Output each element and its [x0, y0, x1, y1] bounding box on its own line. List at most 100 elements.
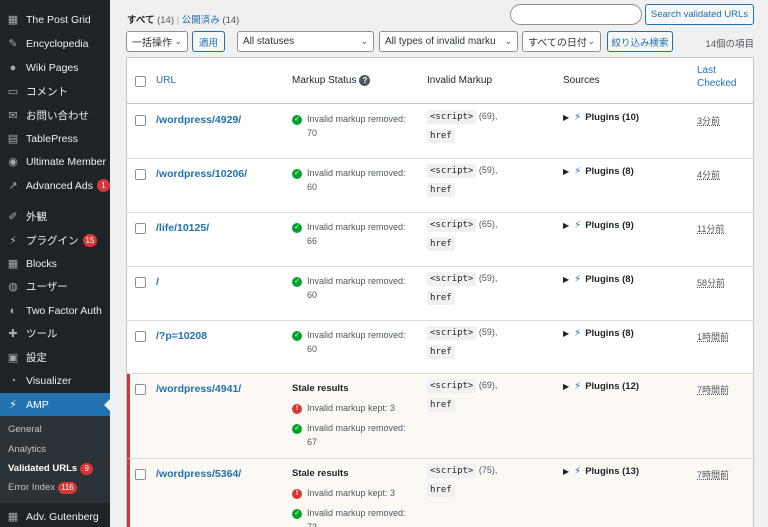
- stale-results-label: Stale results: [292, 383, 349, 394]
- sidebar-item-user[interactable]: ◉ Ultimate Member: [0, 150, 110, 173]
- sources-toggle[interactable]: ▶ ⚡ Plugins (9): [563, 220, 634, 231]
- status-filter-links: すべて (14) | 公開済み (14): [127, 15, 240, 26]
- sources-toggle[interactable]: ▶ ⚡ Plugins (10): [563, 112, 639, 123]
- row-checkbox[interactable]: [135, 169, 146, 180]
- url-link[interactable]: /wordpress/5364/: [156, 468, 241, 480]
- sidebar-item-wrench[interactable]: ✚ ツール: [0, 322, 110, 345]
- plugins-count: Plugins (9): [585, 220, 634, 231]
- sidebar-item-table[interactable]: ▤ TablePress: [0, 127, 110, 150]
- row-checkbox[interactable]: [135, 469, 146, 480]
- expand-triangle-icon: ▶: [563, 382, 570, 391]
- submenu-item[interactable]: General: [8, 424, 42, 435]
- table-icon: ▤: [7, 133, 19, 145]
- sources-toggle[interactable]: ▶ ⚡ Plugins (12): [563, 381, 639, 392]
- app-window: General Analytics Validated URLs 9 Error Ind…: [0, 0, 768, 527]
- sidebar-item-mail[interactable]: ✉ お問い合わせ: [0, 104, 110, 127]
- sidebar-item-chart[interactable]: ↗ Advanced Ads 1: [0, 174, 110, 197]
- table-header: URL Markup Status? Invalid Markup Source…: [127, 58, 753, 104]
- count-badge: 116: [58, 482, 77, 494]
- submenu-item[interactable]: Validated URLs 9: [8, 463, 94, 475]
- url-link[interactable]: /?p=10208: [156, 330, 207, 342]
- help-icon[interactable]: ?: [359, 75, 371, 86]
- sidebar-item-label: TablePress: [26, 132, 78, 145]
- status-select[interactable]: All statuses ⌄: [237, 31, 374, 52]
- select-all-checkbox[interactable]: [135, 76, 146, 87]
- apply-button[interactable]: 適用: [192, 31, 225, 52]
- column-markup-status: Markup Status?: [292, 75, 371, 86]
- submenu-item[interactable]: Analytics: [8, 444, 46, 455]
- date-select[interactable]: すべての日付 ⌄: [522, 31, 601, 52]
- filter-all-link[interactable]: すべて (14): [127, 15, 174, 26]
- url-link[interactable]: /wordpress/4929/: [156, 114, 241, 126]
- table-row: /wordpress/4929/ ✓ Invalid markup removed:…: [127, 105, 753, 159]
- sidebar-item-visualizer[interactable]: ◔ Visualizer: [0, 369, 110, 392]
- filter-button[interactable]: 絞り込み検索: [607, 31, 673, 52]
- column-url[interactable]: URL: [156, 75, 176, 86]
- url-link[interactable]: /life/10125/: [156, 222, 209, 234]
- wrench-icon: ✚: [8, 328, 18, 340]
- sidebar-item-plugin[interactable]: ⚡ プラグイン 15: [0, 229, 110, 252]
- table-row: /?p=10208 ✓ Invalid markup removed: 60 <scr…: [127, 321, 753, 374]
- main-content: すべて (14) | 公開済み (14) Search validated UR…: [110, 0, 768, 527]
- sources-toggle[interactable]: ▶ ⚡ Plugins (8): [563, 166, 634, 177]
- sidebar-item-shield[interactable]: ◐ Two Factor Auth: [0, 299, 110, 322]
- markup-type-select[interactable]: All types of invalid markup ⌄: [379, 31, 518, 52]
- validated-urls-table: URL Markup Status? Invalid Markup Source…: [126, 57, 754, 527]
- plugin-icon: ⚡: [574, 274, 582, 285]
- table-row: /life/10125/ ✓ Invalid markup removed: 66 <…: [127, 213, 753, 267]
- sidebar-item-grid[interactable]: ▦ The Post Grid: [0, 8, 110, 31]
- last-checked-time: 7時間前: [697, 470, 730, 480]
- sources-toggle[interactable]: ▶ ⚡ Plugins (8): [563, 274, 634, 285]
- plugin-icon: ⚡: [9, 235, 17, 247]
- search-validated-urls-button[interactable]: Search validated URLs: [645, 4, 754, 25]
- check-icon: ✓: [292, 331, 302, 341]
- sidebar-item-adv-gutenberg[interactable]: ▦ Adv. Gutenberg: [0, 505, 110, 527]
- book-icon: ✎: [8, 38, 18, 50]
- row-checkbox[interactable]: [135, 223, 146, 234]
- invalid-markup-href: href: [427, 183, 455, 197]
- sidebar-item-label: プラグイン: [26, 235, 79, 247]
- filter-published-link[interactable]: 公開済み (14): [182, 15, 240, 26]
- users-icon: ◍: [8, 281, 18, 293]
- row-checkbox[interactable]: [135, 115, 146, 126]
- plugin-icon: ⚡: [574, 381, 582, 392]
- sidebar-item-comment[interactable]: ▭ コメント: [0, 80, 110, 103]
- sidebar-item-label: Ultimate Member: [26, 155, 106, 168]
- submenu-item[interactable]: Error Index 116: [8, 482, 77, 494]
- visualizer-icon: ◔: [9, 374, 17, 387]
- bulb-icon: ●: [9, 61, 17, 74]
- sidebar-item-amp[interactable]: ⚡ AMP: [0, 393, 110, 416]
- sidebar-item-blocks[interactable]: ▦ Blocks: [0, 252, 110, 275]
- plugin-icon: ⚡: [574, 220, 582, 231]
- check-icon: ✓: [292, 223, 302, 233]
- search-input[interactable]: [510, 4, 642, 25]
- column-last-checked[interactable]: Last Checked: [697, 64, 736, 90]
- invalid-markup-href: href: [427, 398, 455, 412]
- sidebar-item-label: Visualizer: [26, 374, 72, 387]
- sidebar-item-settings[interactable]: ▣ 設定: [0, 346, 110, 369]
- row-checkbox[interactable]: [135, 277, 146, 288]
- sidebar-item-bulb[interactable]: ● Wiki Pages: [0, 56, 110, 79]
- url-link[interactable]: /: [156, 276, 159, 288]
- bulk-action-select[interactable]: 一括操作 ⌄: [126, 31, 188, 52]
- sidebar-item-book[interactable]: ✎ Encyclopedia: [0, 32, 110, 55]
- chevron-down-icon: ⌄: [587, 36, 595, 46]
- gutenberg-icon: ▦: [7, 511, 19, 523]
- sidebar-item-label: コメント: [26, 86, 68, 98]
- blocks-icon: ▦: [7, 258, 19, 270]
- sidebar-item-label: Two Factor Auth: [26, 304, 102, 317]
- url-link[interactable]: /wordpress/4941/: [156, 383, 241, 395]
- sidebar-item-label: ユーザー: [26, 281, 68, 293]
- sidebar-item-users[interactable]: ◍ ユーザー: [0, 275, 110, 298]
- sources-toggle[interactable]: ▶ ⚡ Plugins (8): [563, 328, 634, 339]
- row-checkbox[interactable]: [135, 384, 146, 395]
- admin-sidebar: General Analytics Validated URLs 9 Error Ind…: [0, 0, 110, 527]
- sources-toggle[interactable]: ▶ ⚡ Plugins (13): [563, 466, 639, 477]
- sidebar-item-label: Advanced Ads: [25, 179, 93, 192]
- mail-icon: ✉: [8, 110, 18, 122]
- sidebar-item-brush[interactable]: ✐ 外観: [0, 205, 110, 228]
- chevron-down-icon: ⌄: [360, 36, 368, 46]
- invalid-markup-script: <script> (65),: [427, 218, 497, 232]
- url-link[interactable]: /wordpress/10206/: [156, 168, 247, 180]
- row-checkbox[interactable]: [135, 331, 146, 342]
